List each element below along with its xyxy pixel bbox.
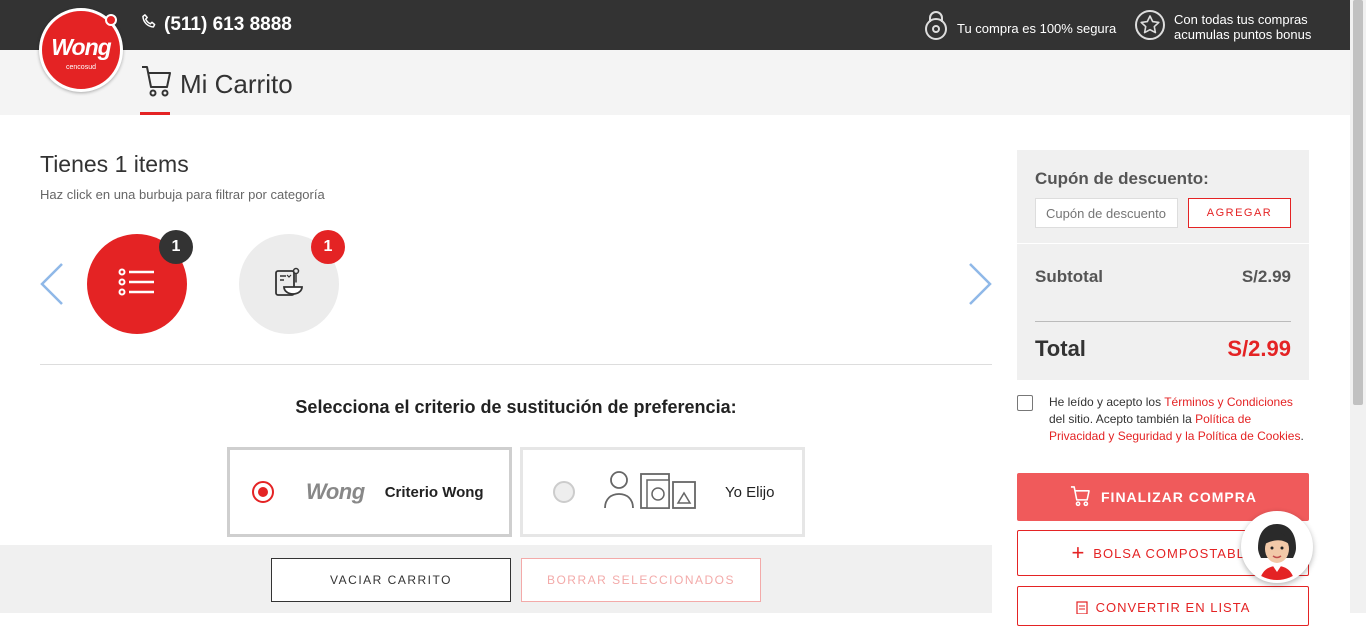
total-label: Total <box>1035 336 1086 361</box>
coupon-label: Cupón de descuento: <box>1035 169 1209 188</box>
page-title-group: Mi Carrito <box>140 64 293 105</box>
delete-selected-button[interactable]: BORRAR SELECCIONADOS <box>521 558 761 602</box>
phone-number: (511) 613 8888 <box>164 14 292 35</box>
cart-icon <box>140 64 172 105</box>
option-label-wong: Criterio Wong <box>384 483 484 501</box>
lock-icon <box>923 10 949 43</box>
substitution-option-yo-elijo[interactable]: Yo Elijo <box>520 447 805 537</box>
subtotal-value: S/2.99 <box>1241 267 1291 286</box>
terms-text: He leído y acepto los Términos y Condici… <box>1049 395 1304 443</box>
items-hint: Haz click en una burbuja para filtrar po… <box>40 187 325 202</box>
carousel-next-arrow[interactable] <box>968 262 992 311</box>
scrollbar[interactable] <box>1350 0 1366 613</box>
star-icon <box>1134 9 1166 44</box>
terms-checkbox[interactable] <box>1017 395 1033 411</box>
radio-criterio-wong[interactable] <box>252 481 274 503</box>
secure-badge: Tu compra es 100% segura <box>923 10 1116 43</box>
wong-option-logo: Wong <box>306 479 365 504</box>
summary-divider <box>1017 243 1309 244</box>
list-icon <box>118 267 156 302</box>
order-summary: Cupón de descuento: AGREGAR Subtotal S/2… <box>1017 150 1309 380</box>
assistant-face-icon <box>1244 514 1310 580</box>
bonus-text: Con todas tus compras acumulas puntos bo… <box>1174 11 1312 42</box>
logo-sub: cencosud <box>66 63 96 71</box>
total-divider <box>1035 321 1291 322</box>
coupon-input[interactable] <box>1035 198 1178 228</box>
bubble-count: 1 <box>159 230 193 264</box>
clipboard-icon <box>1076 600 1088 617</box>
logo-brand: Wong <box>51 33 111 60</box>
top-bar: (511) 613 8888 Tu compra es 100% segura … <box>0 0 1350 50</box>
finalize-label: FINALIZAR COMPRA <box>1101 489 1257 505</box>
terms-link[interactable]: Términos y Condiciones <box>1164 395 1293 409</box>
subtotal-label: Subtotal <box>1035 267 1103 286</box>
cart-icon <box>1069 485 1091 510</box>
substitution-option-wong[interactable]: Wong Criterio Wong <box>227 447 512 537</box>
substitution-title: Selecciona el criterio de sustitución de… <box>295 397 737 417</box>
phone-icon <box>140 13 158 37</box>
logo-ring <box>105 14 117 26</box>
category-bubble-all[interactable]: 1 <box>87 230 193 334</box>
add-coupon-button[interactable]: AGREGAR <box>1188 198 1291 228</box>
total-value: S/2.99 <box>1227 336 1291 361</box>
grocery-icon <box>272 265 306 304</box>
choose-products-icon <box>603 470 697 515</box>
wong-logo[interactable]: Wong cencosud <box>39 8 123 92</box>
category-bubble-grocery[interactable]: 1 <box>239 230 345 334</box>
secure-text: Tu compra es 100% segura <box>957 21 1117 36</box>
convert-to-list-button[interactable]: CONVERTIR EN LISTA <box>1017 586 1309 626</box>
section-divider <box>40 364 992 365</box>
items-title: Tienes 1 items <box>40 151 189 177</box>
bubble-count: 1 <box>311 230 345 264</box>
plus-icon: + <box>1071 540 1086 565</box>
compost-bag-label: BOLSA COMPOSTABLE <box>1093 545 1255 561</box>
terms-consent: He leído y acepto los Términos y Condici… <box>1017 394 1309 445</box>
title-underline <box>140 112 170 115</box>
phone-contact[interactable]: (511) 613 8888 <box>140 13 292 37</box>
radio-yo-elijo[interactable] <box>553 481 575 503</box>
bonus-badge: Con todas tus compras acumulas puntos bo… <box>1134 9 1311 44</box>
carousel-prev-arrow[interactable] <box>40 262 64 311</box>
option-label-yo-elijo: Yo Elijo <box>725 483 775 501</box>
page-title: Mi Carrito <box>180 69 293 99</box>
chat-assistant-avatar[interactable] <box>1241 511 1313 583</box>
scrollbar-thumb[interactable] <box>1353 0 1363 405</box>
empty-cart-button[interactable]: VACIAR CARRITO <box>271 558 511 602</box>
